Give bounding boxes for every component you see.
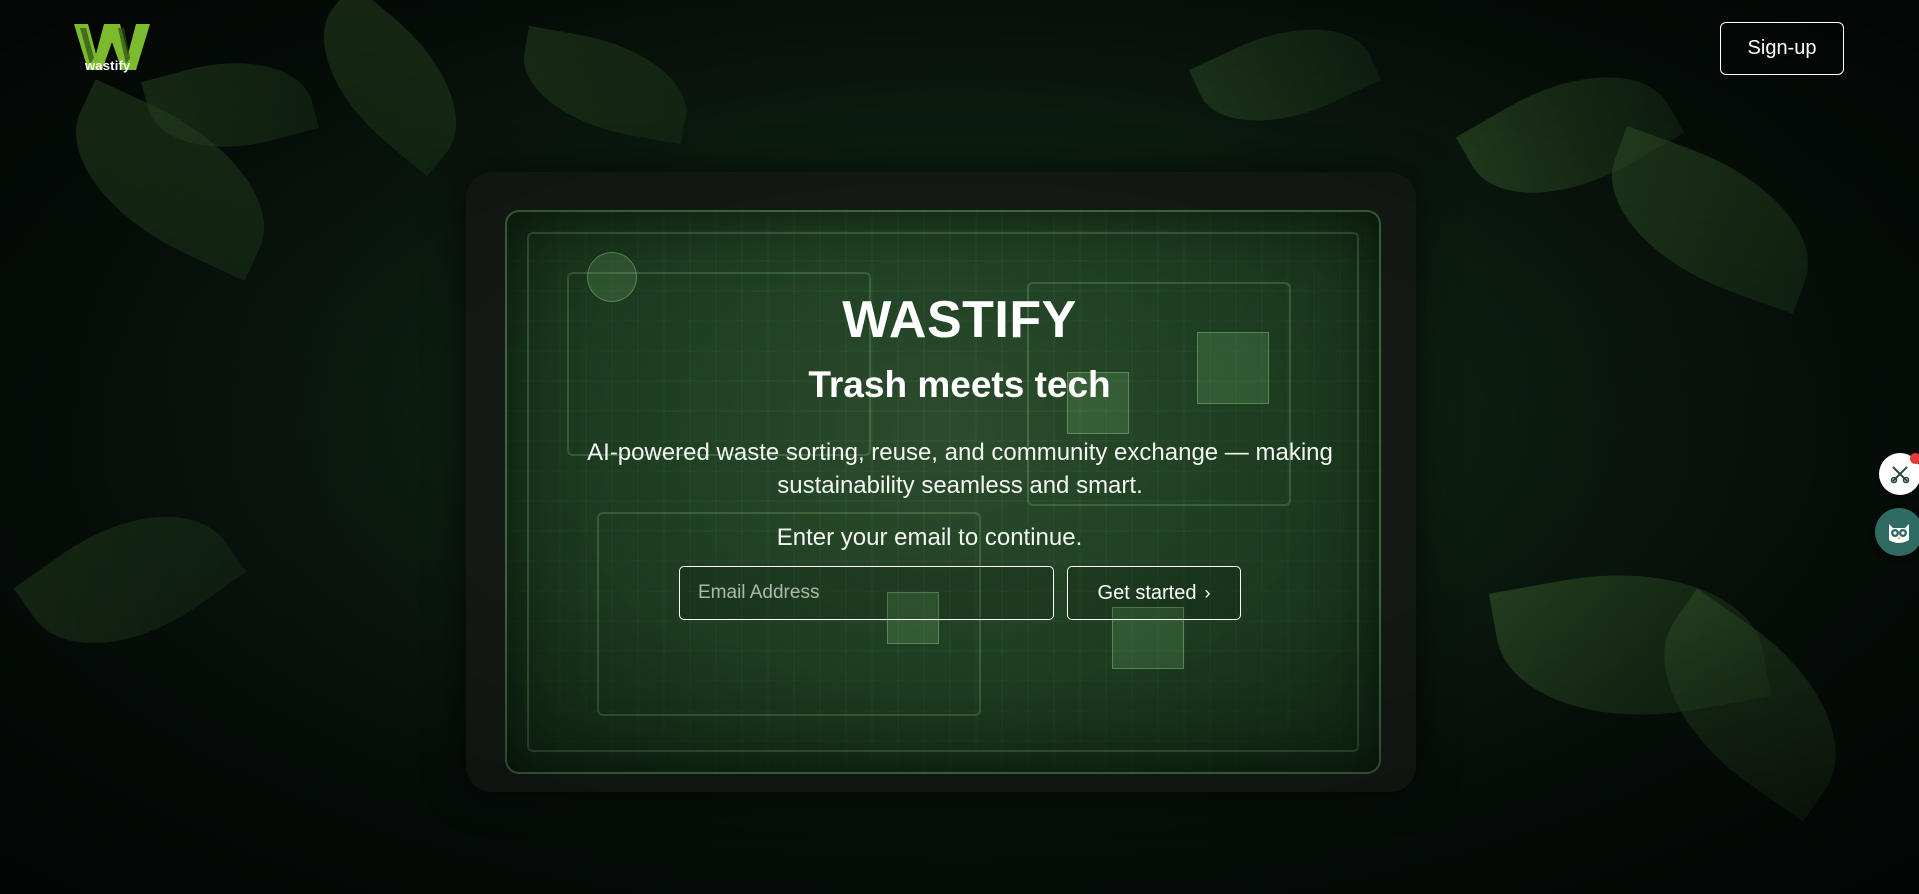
chevron-right-icon: › — [1204, 583, 1211, 603]
email-input[interactable] — [679, 566, 1054, 620]
hero-subtitle: Trash meets tech — [808, 364, 1111, 405]
get-started-label: Get started — [1097, 581, 1197, 604]
owl-icon — [1889, 524, 1909, 543]
signup-button[interactable]: Sign-up — [1720, 22, 1844, 75]
crossed-tools-icon — [1890, 466, 1910, 484]
logo-wordmark: wastify — [85, 58, 131, 73]
email-prompt: Enter your email to continue. — [776, 524, 1083, 551]
get-started-button[interactable]: Get started › — [1067, 566, 1241, 620]
tools-widget-button[interactable] — [1879, 453, 1919, 495]
assistant-widget-button[interactable] — [1875, 508, 1919, 556]
notification-dot — [1910, 453, 1919, 464]
hero-title: WASTIFY — [842, 291, 1077, 349]
hero-description: AI-powered waste sorting, reuse, and com… — [587, 439, 1333, 499]
landing-page: wastify Sign-up WASTIFY Trash meets tech… — [0, 0, 1919, 894]
